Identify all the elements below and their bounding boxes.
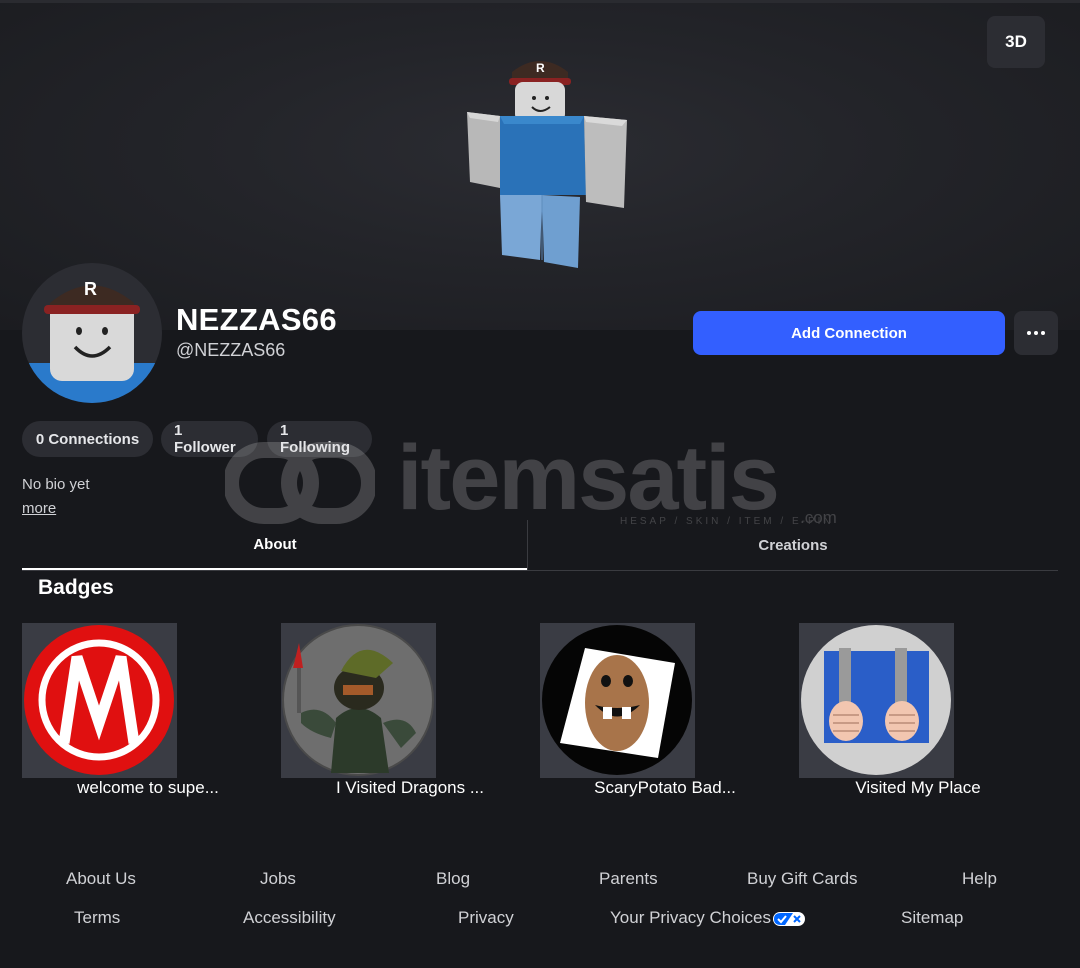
footer-link-your-privacy-choices[interactable]: Your Privacy Choices (610, 908, 805, 928)
badges-section-title: Badges (38, 576, 114, 599)
privacy-choices-label: Your Privacy Choices (610, 908, 771, 927)
username: @NEZZAS66 (176, 340, 286, 360)
display-name: NEZZAS66 (176, 302, 337, 337)
footer-link-sitemap[interactable]: Sitemap (901, 908, 963, 928)
badge-label[interactable]: welcome to supe... (48, 778, 248, 798)
privacy-toggle-icon (772, 911, 805, 926)
tabs-underline (22, 570, 1058, 571)
avatar-headshot[interactable]: R (22, 263, 162, 403)
footer-link-privacy[interactable]: Privacy (458, 908, 514, 928)
3d-view-button[interactable]: 3D (987, 16, 1045, 68)
ellipsis-icon (1027, 331, 1045, 335)
footer-link-jobs[interactable]: Jobs (260, 869, 296, 889)
footer-link-about-us[interactable]: About Us (66, 869, 136, 889)
add-connection-button[interactable]: Add Connection (693, 311, 1005, 355)
bio-more-link[interactable]: more (22, 500, 56, 517)
avatar-headshot-icon: R (22, 279, 162, 403)
svg-text:R: R (536, 61, 545, 75)
badge-label[interactable]: Visited My Place (818, 778, 1018, 798)
dragon-warrior-badge-icon (282, 624, 434, 776)
badge-item[interactable] (281, 623, 436, 778)
badge-item[interactable] (799, 623, 954, 778)
badge-item[interactable] (22, 623, 177, 778)
avatar-3d-render[interactable]: R (462, 50, 632, 275)
following-count-button[interactable]: 1 Following (267, 421, 372, 457)
jail-bars-badge-icon (801, 625, 951, 775)
bio-text: No bio yet (22, 476, 90, 493)
connections-count-button[interactable]: 0 Connections (22, 421, 153, 457)
footer-link-terms[interactable]: Terms (74, 908, 120, 928)
more-options-button[interactable] (1014, 311, 1058, 355)
svg-text:R: R (84, 279, 97, 299)
footer-link-buy-gift-cards[interactable]: Buy Gift Cards (747, 869, 858, 889)
footer-link-accessibility[interactable]: Accessibility (243, 908, 336, 928)
scary-potato-badge-icon (542, 625, 692, 775)
tab-about[interactable]: About (22, 520, 528, 570)
top-divider (0, 0, 1080, 3)
footer-link-help[interactable]: Help (962, 869, 997, 889)
badge-item[interactable] (540, 623, 695, 778)
badge-label[interactable]: I Visited Dragons ... (310, 778, 510, 798)
watermark-brand: itemsatis (397, 427, 780, 529)
tab-creations[interactable]: Creations (528, 520, 1058, 570)
footer-link-blog[interactable]: Blog (436, 869, 470, 889)
followers-count-button[interactable]: 1 Follower (161, 421, 258, 457)
m-logo-badge-icon (24, 625, 174, 775)
footer-link-parents[interactable]: Parents (599, 869, 658, 889)
badge-label[interactable]: ScaryPotato Bad... (565, 778, 765, 798)
avatar-hero-banner: 3D R (0, 0, 1080, 330)
